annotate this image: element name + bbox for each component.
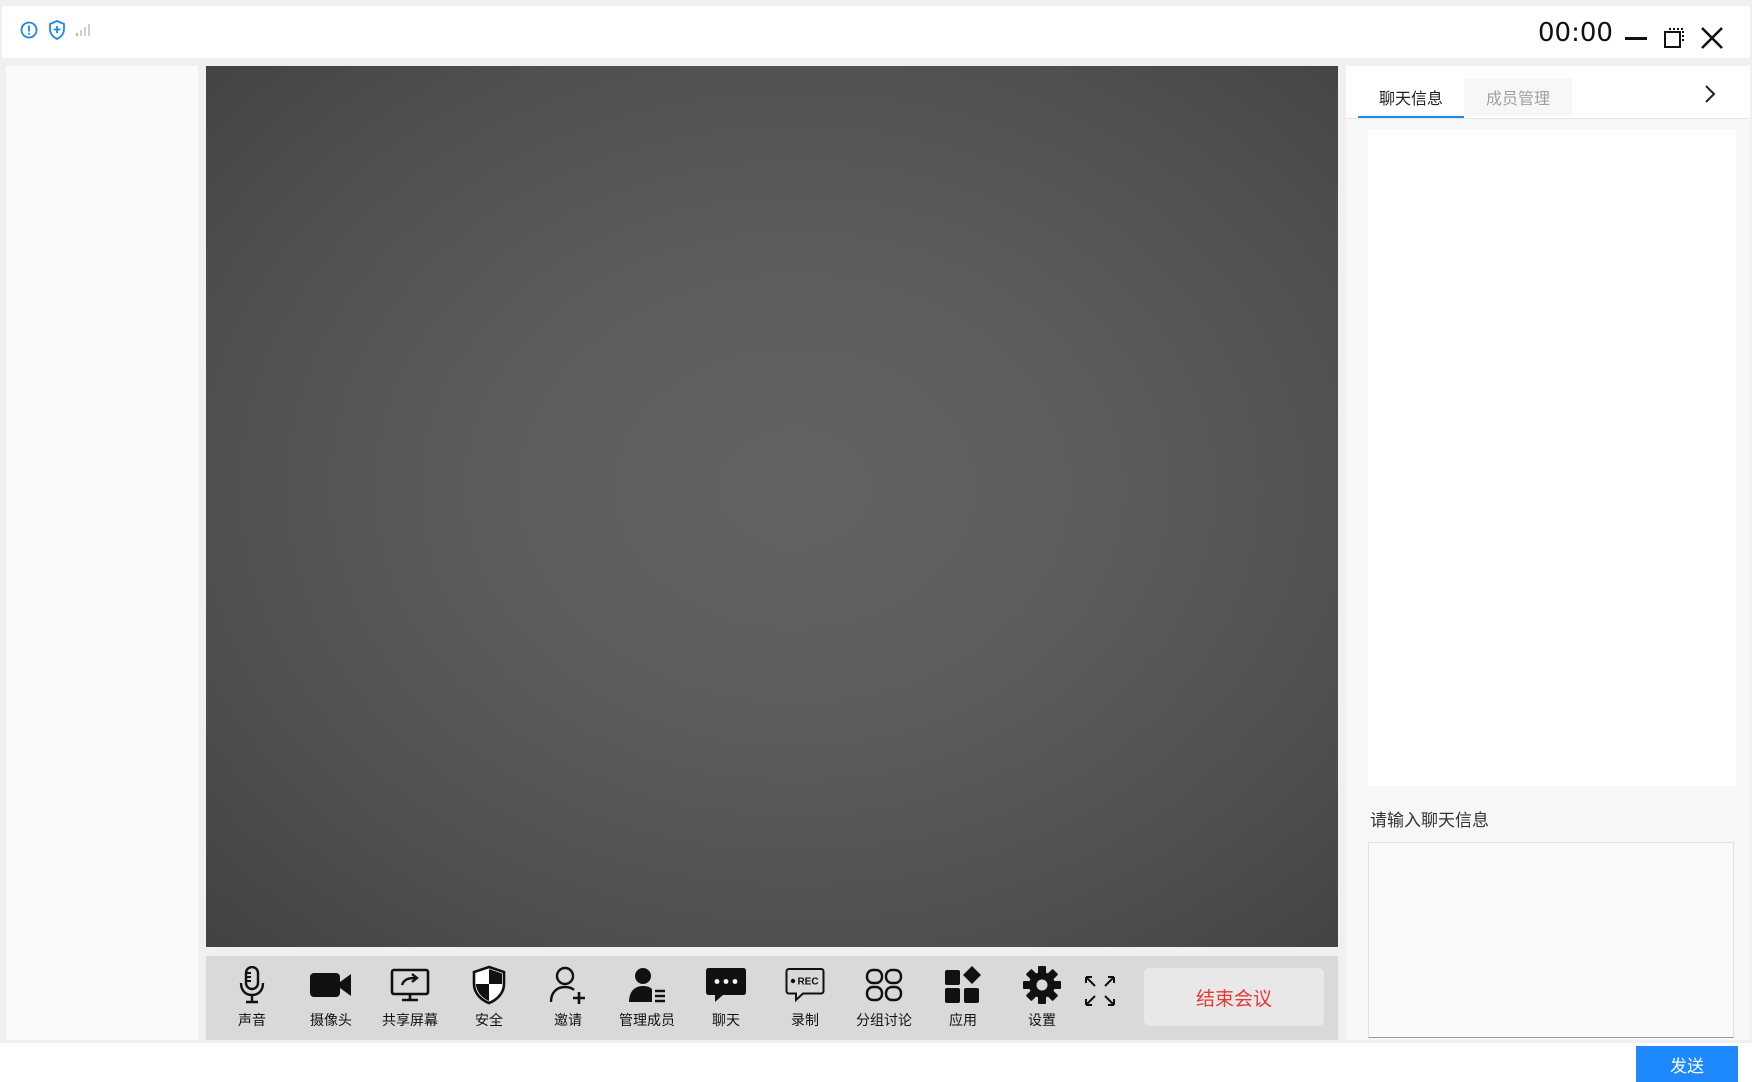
signal-icon: [76, 24, 92, 36]
send-button[interactable]: 发送: [1636, 1046, 1738, 1082]
audio-button[interactable]: 声音: [212, 964, 292, 1036]
record-icon: REC: [777, 964, 833, 1006]
minimize-icon: [1625, 37, 1647, 40]
chat-button[interactable]: 聊天: [686, 964, 766, 1036]
chat-message-list[interactable]: [1368, 130, 1736, 786]
status-icons: [20, 20, 92, 40]
chat-panel: 聊天信息 成员管理 请输入聊天信息 发送: [1346, 66, 1750, 1082]
meeting-window: 00:00 声音 摄像头 共享屏幕 安全 邀请 管理成员 聊天 REC 录制 分…: [0, 0, 1752, 1082]
security-shield-icon: [461, 964, 517, 1006]
invite-label: 邀请: [554, 1013, 582, 1029]
share-screen-icon: [382, 964, 438, 1006]
tab-member-management[interactable]: 成员管理: [1464, 78, 1572, 116]
chevron-right-icon: [1705, 85, 1716, 103]
participant-list-panel: [6, 66, 198, 1040]
restore-icon: [1664, 28, 1684, 48]
camera-label: 摄像头: [310, 1013, 352, 1029]
security-button[interactable]: 安全: [449, 964, 529, 1036]
invite-button[interactable]: 邀请: [528, 964, 608, 1036]
breakout-rooms-label: 分组讨论: [856, 1013, 912, 1029]
breakout-rooms-button[interactable]: 分组讨论: [844, 964, 924, 1036]
shield-icon[interactable]: [48, 20, 66, 40]
invite-user-icon: [540, 964, 596, 1006]
fullscreen-button[interactable]: [1072, 970, 1128, 1042]
meeting-timer: 00:00: [1538, 18, 1613, 48]
restore-button[interactable]: [1660, 24, 1688, 52]
chat-panel-tabs: 聊天信息 成员管理: [1346, 66, 1750, 119]
manage-members-label: 管理成员: [619, 1013, 675, 1029]
record-button[interactable]: REC 录制: [765, 964, 845, 1036]
rec-badge-text: REC: [797, 977, 818, 988]
close-button[interactable]: [1698, 24, 1726, 52]
breakout-rooms-icon: [856, 964, 912, 1006]
chat-input[interactable]: [1368, 842, 1734, 1038]
minimize-button[interactable]: [1622, 24, 1650, 52]
close-icon: [1701, 27, 1723, 49]
collapse-panel-button[interactable]: [1694, 78, 1726, 110]
share-screen-button[interactable]: 共享屏幕: [370, 964, 450, 1036]
info-icon[interactable]: [20, 21, 38, 39]
camera-button[interactable]: 摄像头: [291, 964, 371, 1036]
chat-input-label: 请输入聊天信息: [1370, 811, 1489, 831]
title-bar: 00:00: [2, 6, 1750, 58]
record-label: 录制: [791, 1013, 819, 1029]
security-label: 安全: [475, 1013, 503, 1029]
gear-icon: [1014, 964, 1070, 1006]
tab-chat-info[interactable]: 聊天信息: [1358, 78, 1464, 118]
settings-button[interactable]: 设置: [1002, 964, 1082, 1036]
end-meeting-button[interactable]: 结束会议: [1144, 968, 1324, 1026]
apps-button[interactable]: 应用: [923, 964, 1003, 1036]
fullscreen-icon: [1072, 970, 1128, 1012]
apps-icon: [935, 964, 991, 1006]
meeting-toolbar: 声音 摄像头 共享屏幕 安全 邀请 管理成员 聊天 REC 录制 分组讨论 应用…: [206, 956, 1338, 1040]
camera-icon: [303, 964, 359, 1006]
settings-label: 设置: [1028, 1013, 1056, 1029]
audio-label: 声音: [238, 1013, 266, 1029]
manage-members-button[interactable]: 管理成员: [607, 964, 687, 1036]
apps-label: 应用: [949, 1013, 977, 1029]
chat-bubble-icon: [698, 964, 754, 1006]
chat-label: 聊天: [712, 1013, 740, 1029]
share-screen-label: 共享屏幕: [382, 1013, 438, 1029]
manage-members-icon: [619, 964, 675, 1006]
video-area[interactable]: [206, 66, 1338, 947]
microphone-icon: [224, 964, 280, 1006]
